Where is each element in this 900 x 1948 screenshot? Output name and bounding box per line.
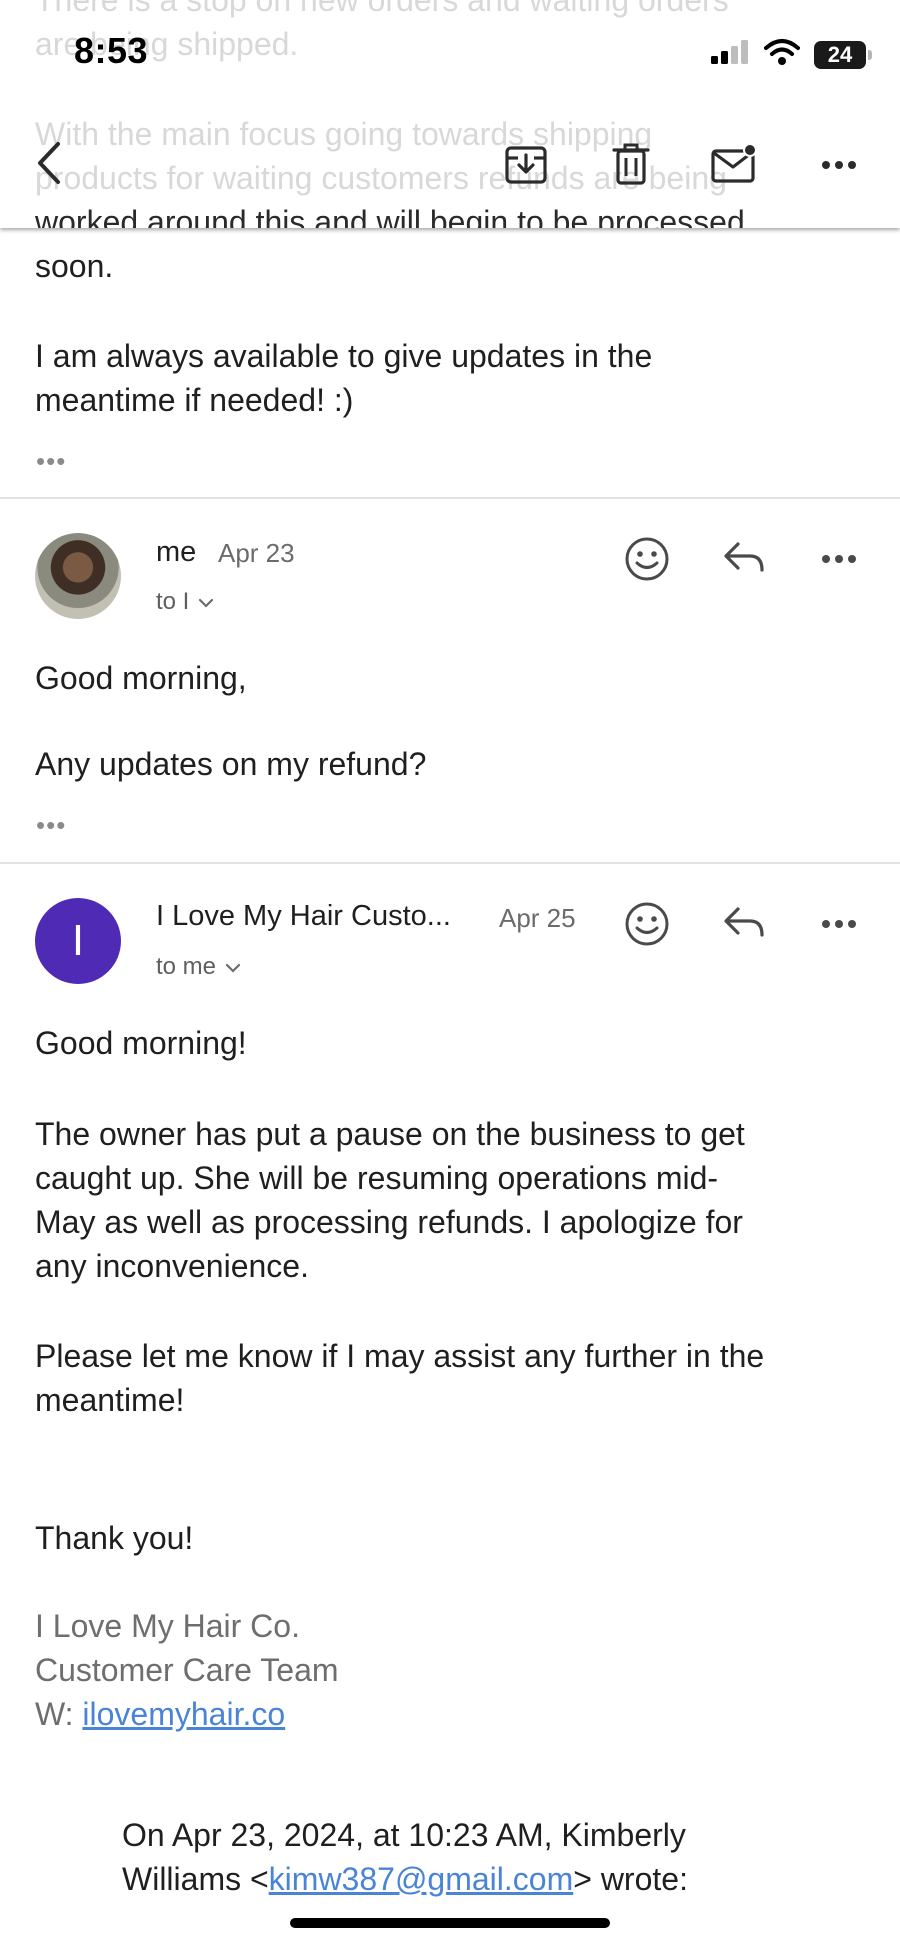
previous-message-line: I am always available to give updates in… — [35, 338, 653, 374]
email-thread: soon. I am always available to give upda… — [0, 0, 900, 1948]
mail-unread-icon[interactable] — [710, 142, 758, 191]
home-indicator[interactable] — [290, 1918, 610, 1928]
avatar[interactable] — [35, 533, 121, 619]
message-date: Apr 25 — [499, 903, 576, 933]
signature-website: W: ilovemyhair.co — [35, 1692, 285, 1736]
show-trimmed-content-button[interactable]: ••• — [36, 446, 66, 477]
archive-icon[interactable] — [504, 142, 548, 191]
chevron-down-icon — [197, 588, 215, 616]
quoted-header-line: Williams <kimw387@gmail.com> wrote: — [122, 1857, 882, 1901]
message-divider — [0, 497, 900, 499]
battery-indicator: 24 — [814, 40, 872, 69]
more-options-icon[interactable] — [820, 917, 858, 935]
recipient-details-toggle[interactable]: to I — [156, 588, 215, 616]
emoji-reaction-icon[interactable] — [624, 536, 670, 587]
trash-icon[interactable] — [612, 142, 650, 191]
status-time: 8:53 — [74, 30, 149, 71]
sender-name[interactable]: I Love My Hair Custo... — [156, 900, 451, 933]
recipient-label: to I — [156, 588, 190, 615]
previous-message-tail: soon. — [35, 248, 114, 284]
message-body: Any updates on my refund? — [35, 746, 427, 782]
chevron-left-icon[interactable] — [32, 140, 64, 191]
message-greeting: Good morning, — [35, 660, 247, 696]
chevron-down-icon — [224, 953, 242, 981]
recipient-details-toggle[interactable]: to me — [156, 953, 242, 981]
message-greeting: Good morning! — [35, 1025, 247, 1061]
signature-web-prefix: W: — [35, 1696, 83, 1732]
wifi-icon — [764, 38, 800, 71]
message-body-line: May as well as processing refunds. I apo… — [35, 1204, 743, 1240]
email-link[interactable]: kimw387@gmail.com — [269, 1861, 574, 1897]
signature-company: I Love My Hair Co. — [35, 1608, 300, 1644]
message-body-line: The owner has put a pause on the busines… — [35, 1116, 745, 1152]
quoted-suffix: > wrote: — [573, 1861, 688, 1897]
recipient-label: to me — [156, 953, 217, 980]
message-divider — [0, 862, 900, 864]
message-closing: Thank you! — [35, 1520, 194, 1556]
show-trimmed-content-button[interactable]: ••• — [36, 810, 66, 841]
more-options-icon[interactable] — [820, 552, 858, 570]
message-body-line: Please let me know if I may assist any f… — [35, 1338, 765, 1374]
avatar[interactable]: I — [35, 898, 121, 984]
signature-team: Customer Care Team — [35, 1652, 339, 1688]
reply-icon[interactable] — [722, 540, 766, 581]
emoji-reaction-icon[interactable] — [624, 901, 670, 952]
top-toolbar: There is a stop on new orders and waitin… — [0, 0, 900, 228]
message-body-line: meantime! — [35, 1382, 185, 1418]
quoted-author: Williams < — [122, 1861, 269, 1897]
cellular-signal-icon — [710, 39, 750, 70]
message-body-line: caught up. She will be resuming operatio… — [35, 1160, 719, 1196]
previous-message-line: meantime if needed! :) — [35, 382, 354, 418]
message-date: Apr 23 — [218, 538, 295, 568]
website-link[interactable]: ilovemyhair.co — [82, 1696, 285, 1732]
more-horizontal-icon[interactable] — [820, 158, 858, 176]
status-indicators: 24 — [710, 38, 872, 71]
quoted-header-line: On Apr 23, 2024, at 10:23 AM, Kimberly — [122, 1817, 686, 1853]
message-body-line: any inconvenience. — [35, 1248, 309, 1284]
sender-name[interactable]: me — [156, 536, 196, 569]
reply-icon[interactable] — [722, 905, 766, 946]
